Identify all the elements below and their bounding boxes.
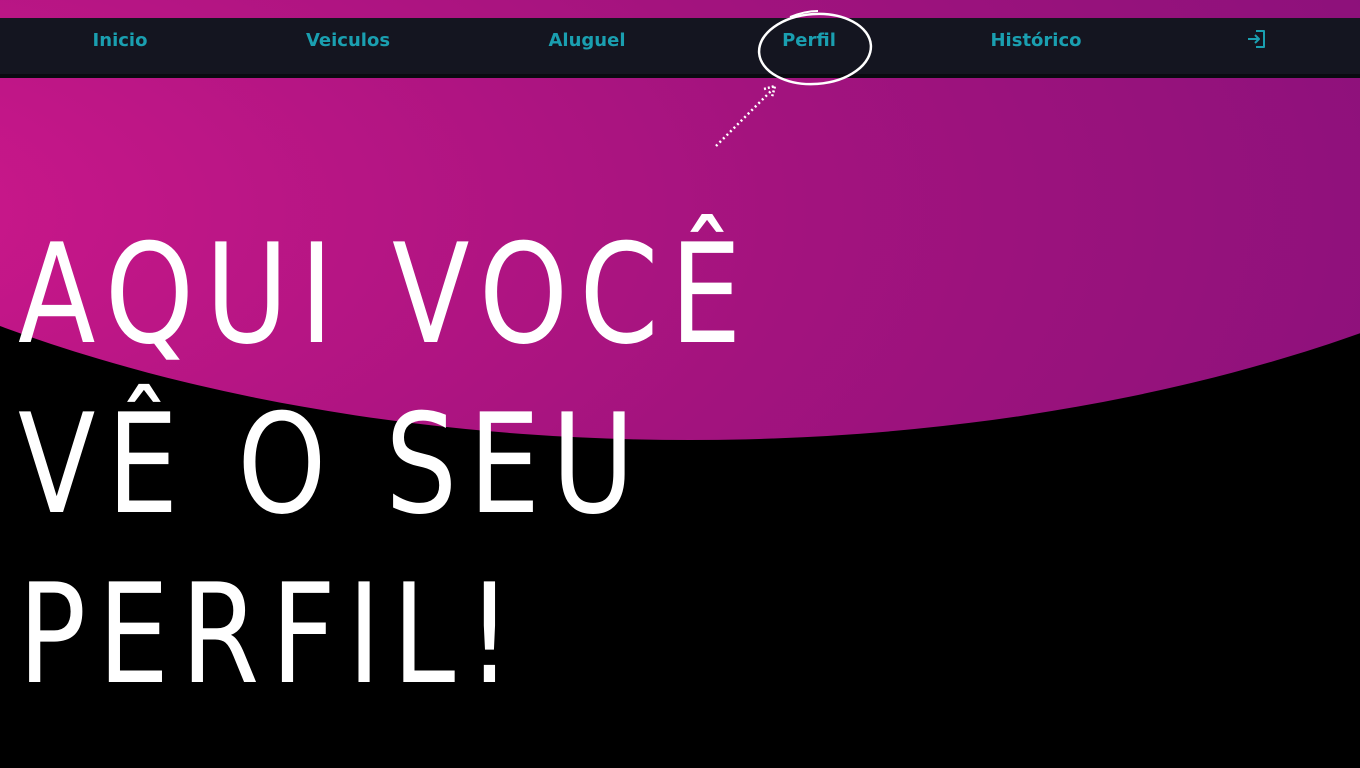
nav-item-veiculos[interactable]: Veiculos <box>306 18 390 64</box>
hero-headline: AQUI VOCÊ VÊ O SEU PERFIL! <box>18 210 753 720</box>
logout-button[interactable] <box>1246 28 1268 50</box>
nav-item-historico[interactable]: Histórico <box>990 18 1081 64</box>
nav-item-perfil[interactable]: Perfil <box>782 18 836 64</box>
page: Inicio Veiculos Aluguel Perfil Histórico… <box>0 0 1360 768</box>
sign-in-arrow-icon <box>1248 30 1265 48</box>
headline-line-3: PERFIL! <box>18 554 524 715</box>
headline-line-1: AQUI VOCÊ <box>18 214 753 375</box>
navbar: Inicio Veiculos Aluguel Perfil Histórico <box>0 18 1360 78</box>
headline-line-2: VÊ O SEU <box>18 384 646 545</box>
nav-item-aluguel[interactable]: Aluguel <box>549 18 626 64</box>
nav-item-inicio[interactable]: Inicio <box>93 18 148 64</box>
